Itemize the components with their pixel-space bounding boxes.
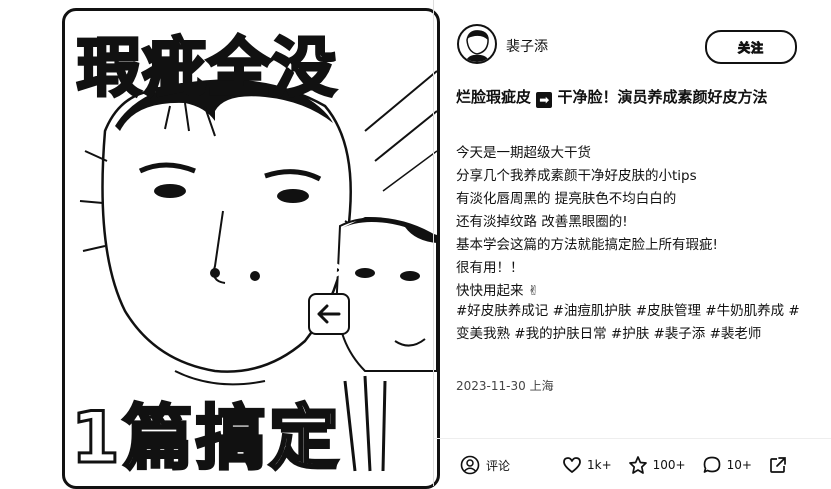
body-line: 很有用！！ [456, 260, 524, 276]
back-button[interactable] [308, 293, 350, 335]
like-count: 1k+ [587, 458, 612, 472]
comment-button[interactable]: 10+ [702, 455, 752, 475]
body-line: 今天是一期超级大干货 [456, 145, 591, 161]
play-icon[interactable] [293, 241, 351, 299]
comment-input[interactable]: 评论 [460, 455, 510, 475]
post-date: 2023-11-30 [456, 379, 526, 393]
chat-bubble-icon [703, 456, 720, 473]
action-bar-divider [434, 438, 831, 439]
title-part-2: 干净脸！演员养成素颜好皮方法 [557, 88, 768, 106]
arrow-right-icon: ➡ [536, 92, 553, 108]
body-line: 基本学会这篇的方法就能搞定脸上所有瑕疵! [456, 237, 718, 253]
follow-label: 关注 [737, 40, 764, 55]
like-button[interactable]: 1k+ [562, 456, 612, 474]
post-body: 今天是一期超级大干货 分享几个我养成素颜干净好皮肤的小tips 有淡化唇周黑的 … [456, 142, 802, 303]
star-icon [628, 456, 647, 474]
heart-icon [563, 457, 581, 473]
follow-button[interactable]: 关注 [705, 30, 797, 64]
comment-label: 评论 [486, 458, 511, 473]
post-tags[interactable]: #好皮肤养成记 #油痘肌护肤 #皮肤管理 #牛奶肌养成 #变美我熟 #我的护肤日… [456, 300, 802, 346]
body-line: 分享几个我养成素颜干净好皮肤的小tips [456, 168, 697, 184]
share-icon [770, 457, 786, 473]
author-name[interactable]: 裴子添 [506, 36, 548, 56]
cover-headline-bottom: 1篇搞定 [70, 397, 342, 479]
avatar[interactable] [457, 24, 497, 64]
collect-button[interactable]: 100+ [628, 455, 686, 475]
title-part-1: 烂脸瑕疵皮 [456, 88, 532, 106]
user-icon [460, 455, 480, 475]
panel-divider [433, 0, 434, 486]
cover-headline-top: 瑕疵全没 [76, 32, 338, 106]
collect-count: 100+ [652, 458, 686, 472]
post-title: 烂脸瑕疵皮 ➡ 干净脸！演员养成素颜好皮方法 [456, 86, 796, 109]
action-bar: 1k+ 100+ 10+ [562, 455, 788, 475]
avatar-image [465, 30, 490, 62]
arrow-left-icon [317, 304, 341, 324]
body-line: 有淡化唇周黑的 提亮肤色不均白白的 [456, 191, 677, 207]
share-button[interactable] [768, 455, 788, 475]
video-panel[interactable]: 瑕疵全没 1篇搞定 [62, 8, 440, 489]
post-meta: 2023-11-30 上海 [456, 377, 554, 394]
body-line: 还有淡掉纹路 改善黑眼圈的! [456, 214, 628, 230]
post-location: 上海 [529, 379, 554, 393]
comment-count: 10+ [726, 458, 752, 472]
